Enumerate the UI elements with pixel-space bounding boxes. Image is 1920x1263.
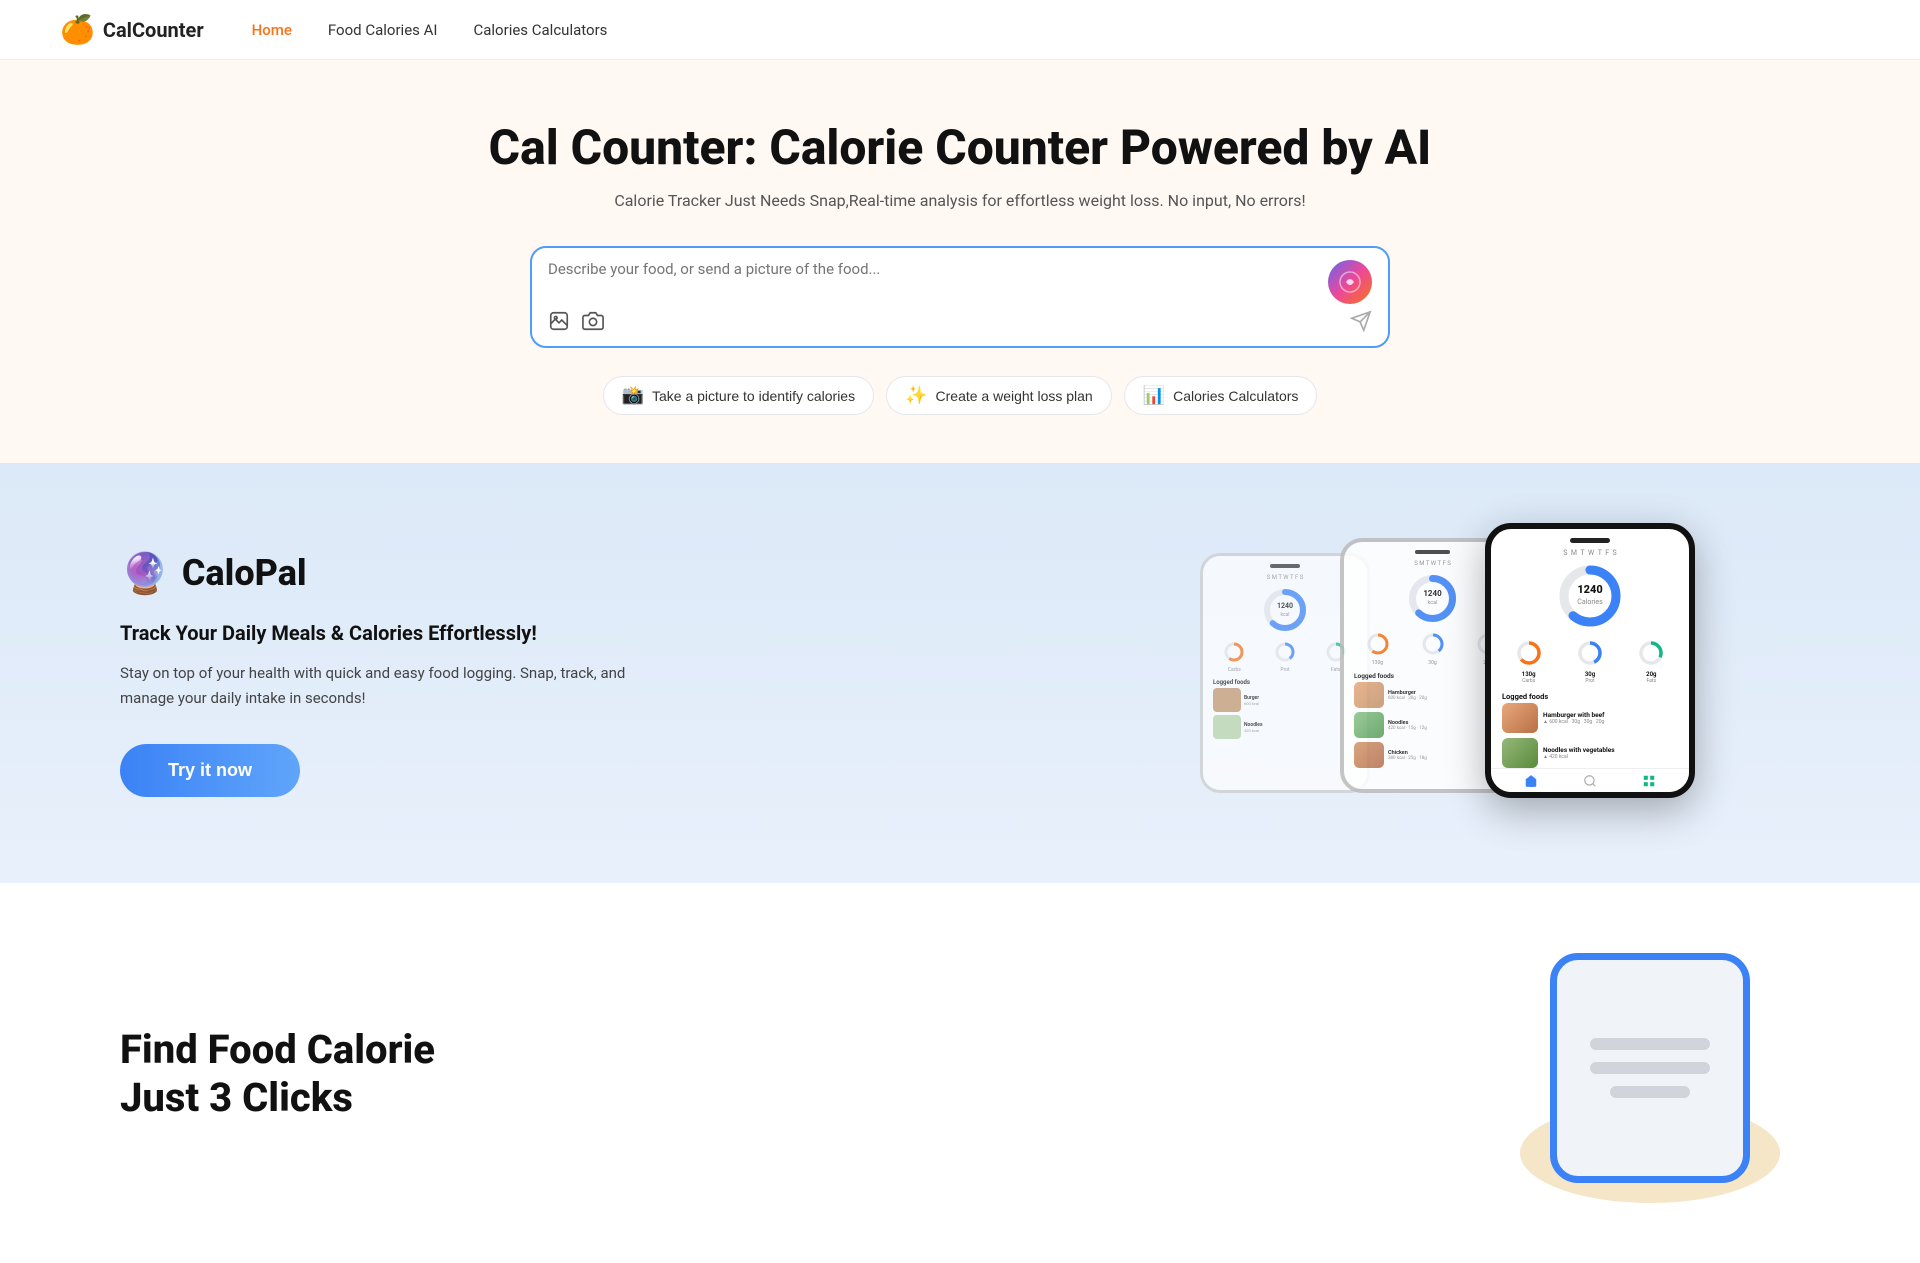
search-box [530, 246, 1390, 348]
nav-link-food-calories[interactable]: Food Calories AI [328, 21, 438, 39]
calopal-brand-icon: 🔮 [120, 550, 170, 597]
ai-icon [1328, 260, 1372, 304]
find-food-subtitle: Just 3 Clicks [120, 1074, 435, 1121]
hero-section: Cal Counter: Calorie Counter Powered by … [0, 60, 1920, 463]
svg-text:kcal: kcal [1428, 600, 1438, 606]
nav-links: Home Food Calories AI Calories Calculato… [252, 21, 608, 39]
quick-action-camera[interactable]: 📸 Take a picture to identify calories [603, 376, 875, 415]
image-upload-button[interactable] [548, 310, 570, 338]
camera-button[interactable] [582, 310, 604, 338]
logo[interactable]: 🍊 CalCounter [60, 13, 204, 46]
find-food-title: Find Food Calorie [120, 1026, 435, 1074]
hero-title: Cal Counter: Calorie Counter Powered by … [60, 120, 1860, 175]
calopal-left: 🔮 CaloPal Track Your Daily Meals & Calor… [120, 550, 640, 797]
nav-link-calculators[interactable]: Calories Calculators [473, 21, 607, 39]
find-food-illustration [1500, 943, 1800, 1203]
logo-text: CalCounter [103, 18, 204, 42]
search-input[interactable] [548, 260, 1316, 296]
calopal-tagline: Track Your Daily Meals & Calories Effort… [120, 621, 640, 645]
quick-actions: 📸 Take a picture to identify calories ✨ … [60, 376, 1860, 415]
camera-quick-icon: 📸 [622, 385, 644, 406]
logo-icon: 🍊 [60, 13, 95, 46]
find-food-section: Find Food Calorie Just 3 Clicks [0, 883, 1920, 1263]
search-media-icons [548, 310, 604, 338]
quick-action-plan[interactable]: ✨ Create a weight loss plan [886, 376, 1112, 415]
quick-action-plan-label: Create a weight loss plan [936, 388, 1093, 404]
svg-text:Calories: Calories [1577, 598, 1603, 606]
svg-text:1240: 1240 [1277, 602, 1293, 610]
phone-frame [1550, 953, 1750, 1183]
svg-text:1240: 1240 [1577, 583, 1602, 596]
svg-text:kcal: kcal [1280, 612, 1289, 618]
find-food-left: Find Food Calorie Just 3 Clicks [120, 1026, 435, 1121]
try-it-now-button[interactable]: Try it now [120, 744, 300, 797]
calopal-brand-name: CaloPal [182, 552, 307, 594]
calopal-section: 🔮 CaloPal Track Your Daily Meals & Calor… [0, 463, 1920, 883]
navbar: 🍊 CalCounter Home Food Calories AI Calor… [0, 0, 1920, 60]
quick-action-calc-label: Calories Calculators [1173, 388, 1298, 404]
hero-subtitle: Calorie Tracker Just Needs Snap,Real-tim… [60, 191, 1860, 210]
calopal-description: Stay on top of your health with quick an… [120, 661, 640, 712]
quick-action-camera-label: Take a picture to identify calories [652, 388, 855, 404]
svg-text:1240: 1240 [1423, 589, 1442, 598]
plan-quick-icon: ✨ [905, 385, 927, 406]
calopal-brand: 🔮 CaloPal [120, 550, 640, 597]
calc-quick-icon: 📊 [1143, 385, 1165, 406]
nav-link-home[interactable]: Home [252, 21, 292, 39]
phone-mockups: S M T W T F S 1240 kcal Carbs [1200, 523, 1800, 823]
send-button[interactable] [1350, 310, 1372, 338]
phone-mockup-main: S M T W T F S 1240 Calories 130g Carbs [1485, 523, 1695, 798]
quick-action-calc[interactable]: 📊 Calories Calculators [1124, 376, 1318, 415]
